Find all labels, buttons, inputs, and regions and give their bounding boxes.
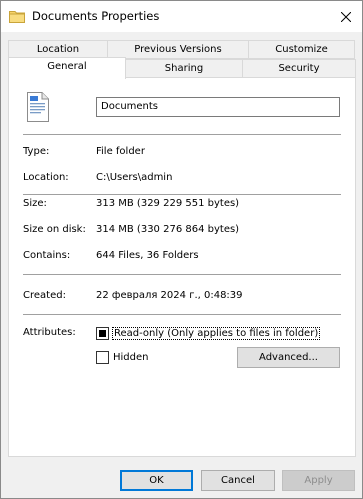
divider <box>23 194 341 195</box>
tab-general[interactable]: General <box>8 57 126 79</box>
tab-security[interactable]: Security <box>242 59 356 78</box>
type-label: Type: <box>23 146 50 157</box>
attributes-label: Attributes: <box>23 327 76 338</box>
tab-sharing[interactable]: Sharing <box>125 59 243 78</box>
divider <box>23 134 341 135</box>
general-panel: Documents Type: File folder Location: C:… <box>8 77 356 457</box>
close-button[interactable] <box>330 1 362 32</box>
folder-icon <box>9 10 25 23</box>
apply-button[interactable]: Apply <box>282 470 355 491</box>
contains-value: 644 Files, 36 Folders <box>96 250 199 261</box>
folder-name-input[interactable]: Documents <box>96 97 340 117</box>
hidden-checkbox-row[interactable]: Hidden <box>96 350 148 364</box>
readonly-checkbox-row[interactable]: Read-only (Only applies to files in fold… <box>96 326 321 340</box>
created-label: Created: <box>23 290 66 301</box>
divider <box>23 314 341 315</box>
hidden-label: Hidden <box>113 351 149 363</box>
ok-button[interactable]: OK <box>120 470 193 491</box>
readonly-label: Read-only (Only applies to files in fold… <box>111 326 321 340</box>
tab-previous-versions[interactable]: Previous Versions <box>107 40 249 59</box>
size-value: 313 MB (329 229 551 bytes) <box>96 198 240 209</box>
type-value: File folder <box>96 146 145 157</box>
size-on-disk-label: Size on disk: <box>23 224 86 235</box>
size-on-disk-value: 314 MB (330 276 864 bytes) <box>96 224 240 235</box>
title-bar: Documents Properties <box>1 1 362 32</box>
tab-customize[interactable]: Customize <box>248 40 355 59</box>
hidden-checkbox[interactable] <box>96 350 109 364</box>
contains-label: Contains: <box>23 250 71 261</box>
location-label: Location: <box>23 172 69 183</box>
created-value: 22 февраля 2024 г., 0:48:39 <box>96 290 243 301</box>
cancel-button[interactable]: Cancel <box>201 470 275 491</box>
size-label: Size: <box>23 198 47 209</box>
document-folder-icon <box>26 92 50 122</box>
divider <box>23 274 341 275</box>
advanced-button[interactable]: Advanced... <box>237 347 340 368</box>
properties-dialog: Documents Properties Location Previous V… <box>0 0 363 499</box>
location-value: C:\Users\admin <box>96 172 173 183</box>
readonly-checkbox[interactable] <box>96 326 109 340</box>
close-icon <box>341 11 351 22</box>
window-title: Documents Properties <box>32 9 160 23</box>
